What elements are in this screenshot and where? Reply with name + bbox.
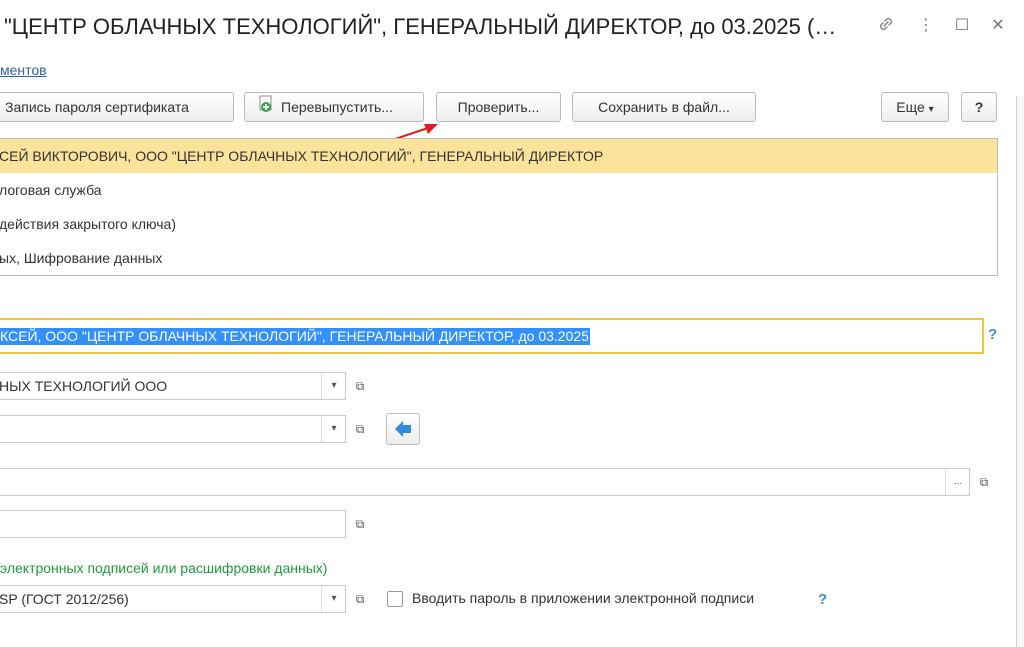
program-open-icon[interactable]: ⧉: [348, 585, 372, 613]
window-title: "ЦЕНТР ОБЛАЧНЫХ ТЕХНОЛОГИЙ", ГЕНЕРАЛЬНЫЙ…: [4, 14, 837, 39]
more-button[interactable]: Еще ▾: [881, 92, 949, 122]
user-field[interactable]: ▾: [0, 415, 346, 443]
organization-field[interactable]: НЫХ ТЕХНОЛОГИЙ ООО ▾: [0, 372, 346, 400]
reissue-label: Перевыпустить...: [281, 99, 393, 115]
enter-password-help-icon[interactable]: ?: [818, 591, 827, 608]
organization-dropdown-icon[interactable]: ▾: [321, 373, 345, 399]
enter-password-checkbox[interactable]: [387, 591, 403, 607]
path-select-icon[interactable]: ...: [945, 469, 969, 495]
user-open-icon[interactable]: ⧉: [348, 415, 372, 443]
presentation-help-icon[interactable]: ?: [988, 326, 997, 343]
close-icon[interactable]: ✕: [986, 14, 1010, 38]
check-label: Проверить...: [457, 99, 540, 115]
certificate-info-list: СЕЙ ВИКТОРОВИЧ, ООО "ЦЕНТР ОБЛАЧНЫХ ТЕХН…: [0, 138, 998, 276]
check-button[interactable]: Проверить...: [436, 92, 561, 122]
fill-user-button[interactable]: [386, 413, 420, 445]
maximize-icon[interactable]: ☐: [950, 14, 974, 38]
background-window-edge: [1016, 96, 1024, 647]
user-dropdown-icon[interactable]: ▾: [321, 416, 345, 442]
save-to-file-label: Сохранить в файл...: [598, 99, 730, 115]
enter-password-label: Вводить пароль в приложении электронной …: [412, 590, 755, 606]
signature-section-heading: электронных подписей или расшифровки дан…: [0, 560, 328, 576]
arrow-left-icon: [395, 421, 411, 437]
info-row-usage[interactable]: ых, Шифрование данных: [0, 241, 997, 275]
info-row-issuer[interactable]: логовая служба: [0, 173, 997, 207]
info-row-validity[interactable]: действия закрытого ключа): [0, 207, 997, 241]
certificate-password-button[interactable]: Запись пароля сертификата: [0, 92, 234, 122]
link-icon[interactable]: [874, 14, 898, 38]
path-field[interactable]: ...: [0, 468, 970, 496]
help-button[interactable]: ?: [961, 92, 997, 122]
reissue-icon: [257, 94, 275, 122]
extra-open-icon[interactable]: ⧉: [348, 510, 372, 538]
extra-field[interactable]: [0, 510, 346, 538]
chevron-down-icon: ▾: [928, 104, 934, 115]
organization-open-icon[interactable]: ⧉: [348, 372, 372, 400]
presentation-value: КСЕЙ, ООО "ЦЕНТР ОБЛАЧНЫХ ТЕХНОЛОГИЙ", Г…: [0, 328, 590, 345]
documents-link[interactable]: ментов: [0, 62, 47, 78]
path-open-icon[interactable]: ⧉: [972, 468, 996, 496]
program-field[interactable]: SP (ГОСТ 2012/256) ▾: [0, 585, 346, 613]
more-menu-icon[interactable]: ⋮: [914, 14, 938, 38]
more-label: Еще: [896, 99, 925, 115]
presentation-input[interactable]: КСЕЙ, ООО "ЦЕНТР ОБЛАЧНЫХ ТЕХНОЛОГИЙ", Г…: [0, 318, 984, 354]
save-to-file-button[interactable]: Сохранить в файл...: [572, 92, 756, 122]
info-row-owner[interactable]: СЕЙ ВИКТОРОВИЧ, ООО "ЦЕНТР ОБЛАЧНЫХ ТЕХН…: [0, 139, 997, 173]
organization-value: НЫХ ТЕХНОЛОГИЙ ООО: [0, 378, 168, 394]
program-value: SP (ГОСТ 2012/256): [0, 591, 129, 607]
certificate-password-label: Запись пароля сертификата: [5, 99, 189, 115]
program-dropdown-icon[interactable]: ▾: [321, 586, 345, 612]
